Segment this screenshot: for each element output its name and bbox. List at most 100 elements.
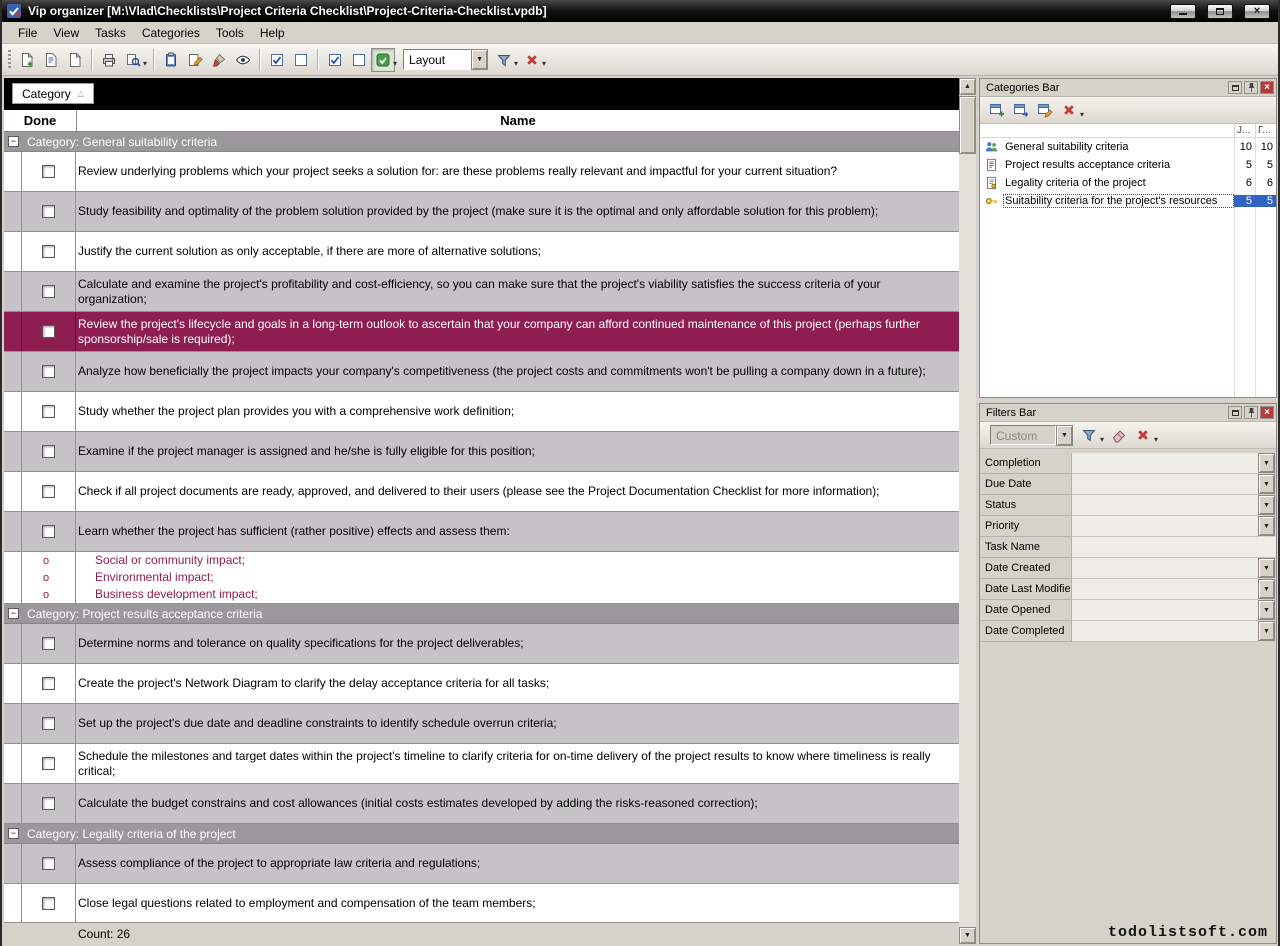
column-header-done[interactable]: Done: [4, 110, 77, 131]
add-category-button[interactable]: [986, 99, 1008, 121]
name-cell[interactable]: Review underlying problems which your pr…: [76, 152, 959, 191]
delete-button[interactable]: [520, 48, 544, 72]
category-row[interactable]: − Category: Legality criteria of the pro…: [4, 824, 959, 844]
done-checkbox[interactable]: [42, 325, 55, 338]
paste-button[interactable]: [159, 48, 183, 72]
menu-tools[interactable]: Tools: [208, 23, 252, 43]
group-by-category-button[interactable]: Category △: [12, 83, 94, 104]
chevron-down-icon[interactable]: ▾: [1100, 435, 1104, 444]
name-cell[interactable]: Assess compliance of the project to appr…: [76, 844, 959, 883]
done-checkbox[interactable]: [42, 405, 55, 418]
filter-value[interactable]: [1072, 495, 1258, 516]
new-note-button[interactable]: [39, 48, 63, 72]
done-checkbox[interactable]: [42, 717, 55, 730]
task-row[interactable]: Justify the current solution as only acc…: [4, 232, 959, 272]
chevron-down-icon[interactable]: ▾: [542, 59, 546, 68]
filter-dropdown-button[interactable]: ▼: [1258, 600, 1275, 620]
name-cell[interactable]: Study feasibility and optimality of the …: [76, 192, 959, 231]
close-button[interactable]: ×: [1244, 4, 1270, 19]
task-row[interactable]: Assess compliance of the project to appr…: [4, 844, 959, 884]
subitem-line[interactable]: o Business development impact;: [4, 586, 959, 603]
chevron-down-icon[interactable]: ▾: [1080, 110, 1084, 119]
filter-value[interactable]: [1072, 537, 1276, 558]
task-row[interactable]: Close legal questions related to employm…: [4, 884, 959, 922]
pin-panel-button[interactable]: [1244, 406, 1258, 419]
category-row[interactable]: − Category: Project results acceptance c…: [4, 604, 959, 624]
format-brush-button[interactable]: [207, 48, 231, 72]
done-checkbox[interactable]: [42, 757, 55, 770]
name-cell[interactable]: Analyze how beneficially the project imp…: [76, 352, 959, 391]
filters-bar-header[interactable]: Filters Bar ×: [980, 404, 1276, 422]
task-row[interactable]: Study whether the project plan provides …: [4, 392, 959, 432]
filter-dropdown-button[interactable]: ▼: [1258, 621, 1275, 641]
edit-filter-button[interactable]: [1078, 424, 1100, 446]
layout-combobox[interactable]: Layout ▼: [403, 49, 488, 70]
task-row[interactable]: Calculate and examine the project's prof…: [4, 272, 959, 312]
done-checkbox[interactable]: [42, 797, 55, 810]
task-row[interactable]: Review the project's lifecycle and goals…: [4, 312, 959, 352]
done-checkbox[interactable]: [42, 485, 55, 498]
menu-tasks[interactable]: Tasks: [87, 23, 134, 43]
category-list-item[interactable]: Suitability criteria for the project's r…: [980, 192, 1276, 210]
filter-value[interactable]: [1072, 516, 1258, 537]
edit-category-button[interactable]: [1034, 99, 1056, 121]
new-checklist-button[interactable]: [63, 48, 87, 72]
close-panel-button[interactable]: ×: [1260, 406, 1274, 419]
category-list-item[interactable]: Project results acceptance criteria 5 5: [980, 156, 1276, 174]
filter-preset-dropdown[interactable]: ▼: [1056, 425, 1073, 446]
vertical-scrollbar[interactable]: ▲ ▼: [959, 78, 976, 944]
pin-panel-button[interactable]: [1244, 81, 1258, 94]
filter-preset-value[interactable]: Custom: [990, 425, 1056, 445]
name-cell[interactable]: Justify the current solution as only acc…: [76, 232, 959, 271]
toolbar-grip[interactable]: [8, 50, 11, 70]
menu-help[interactable]: Help: [252, 23, 293, 43]
float-panel-button[interactable]: [1228, 81, 1242, 94]
task-row[interactable]: Review underlying problems which your pr…: [4, 152, 959, 192]
name-cell[interactable]: Determine norms and tolerance on quality…: [76, 624, 959, 663]
edit-task-button[interactable]: [183, 48, 207, 72]
done-checkbox[interactable]: [42, 525, 55, 538]
float-panel-button[interactable]: [1228, 406, 1242, 419]
chevron-down-icon[interactable]: ▾: [514, 59, 518, 68]
filter-dropdown-button[interactable]: ▼: [1258, 516, 1275, 536]
scroll-up-button[interactable]: ▲: [959, 78, 976, 95]
name-cell[interactable]: Learn whether the project has sufficient…: [76, 512, 959, 551]
category-list-item[interactable]: Legality criteria of the project 6 6: [980, 174, 1276, 192]
task-row[interactable]: Learn whether the project has sufficient…: [4, 512, 959, 552]
name-cell[interactable]: Study whether the project plan provides …: [76, 392, 959, 431]
layout-combobox-dropdown[interactable]: ▼: [471, 49, 488, 70]
done-checkbox[interactable]: [42, 445, 55, 458]
name-cell[interactable]: Schedule the milestones and target dates…: [76, 744, 959, 783]
category-row[interactable]: − Category: General suitability criteria: [4, 132, 959, 152]
done-checkbox[interactable]: [42, 365, 55, 378]
chevron-down-icon[interactable]: ▾: [1154, 435, 1158, 444]
layout-combobox-value[interactable]: Layout: [403, 49, 471, 70]
name-cell[interactable]: Create the project's Network Diagram to …: [76, 664, 959, 703]
add-subcategory-button[interactable]: [1010, 99, 1032, 121]
filter-dropdown-button[interactable]: ▼: [1258, 558, 1275, 578]
filter-value[interactable]: [1072, 474, 1258, 495]
categories-bar-header[interactable]: Categories Bar ×: [980, 79, 1276, 97]
filter-dropdown-button[interactable]: ▼: [1258, 579, 1275, 599]
maximize-button[interactable]: [1207, 4, 1233, 19]
new-task-button[interactable]: [15, 48, 39, 72]
filter-value[interactable]: [1072, 579, 1258, 600]
task-row[interactable]: Schedule the milestones and target dates…: [4, 744, 959, 784]
done-checkbox[interactable]: [42, 245, 55, 258]
delete-filter-button[interactable]: [1132, 424, 1154, 446]
categories-count-column-2[interactable]: Г...: [1255, 124, 1276, 137]
show-completed-button[interactable]: [323, 48, 347, 72]
filter-preset-combobox[interactable]: Custom ▼: [990, 425, 1073, 445]
task-row[interactable]: Set up the project's due date and deadli…: [4, 704, 959, 744]
name-cell[interactable]: Calculate and examine the project's prof…: [76, 272, 959, 311]
done-checkbox[interactable]: [42, 857, 55, 870]
filter-value[interactable]: [1072, 600, 1258, 621]
done-checkbox[interactable]: [42, 897, 55, 910]
filter-dropdown-button[interactable]: ▼: [1258, 474, 1275, 494]
minimize-button[interactable]: [1170, 4, 1196, 19]
filter-value[interactable]: [1072, 621, 1258, 642]
subitem-line[interactable]: o Social or community impact;: [4, 552, 959, 569]
title-bar[interactable]: Vip organizer [M:\Vlad\Checklists\Projec…: [2, 0, 1278, 22]
task-row[interactable]: Check if all project documents are ready…: [4, 472, 959, 512]
collapse-icon[interactable]: −: [8, 136, 19, 147]
